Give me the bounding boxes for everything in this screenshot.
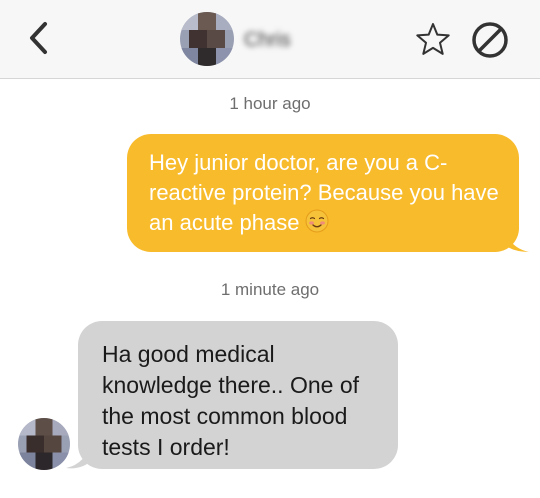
message-timestamp: 1 minute ago bbox=[220, 280, 320, 299]
chat-header: Chris bbox=[0, 0, 540, 79]
block-button[interactable] bbox=[470, 20, 510, 60]
incoming-message-bubble[interactable]: Ha good medical knowledge there.. One of… bbox=[78, 321, 398, 469]
block-icon bbox=[472, 22, 508, 58]
contact-avatar[interactable] bbox=[180, 12, 234, 66]
message-timestamp: 1 hour ago bbox=[229, 94, 311, 113]
back-button[interactable] bbox=[18, 18, 58, 58]
favorite-button[interactable] bbox=[416, 22, 450, 56]
outgoing-bubble-tail bbox=[503, 226, 529, 252]
outgoing-message-bubble[interactable]: Hey junior doctor, are you a C-reactive … bbox=[127, 134, 519, 252]
smiling-blush-emoji-icon bbox=[305, 209, 329, 233]
star-outline-icon bbox=[416, 23, 450, 55]
message-text: Ha good medical knowledge there.. One of… bbox=[102, 341, 359, 460]
contact-name[interactable]: Chris bbox=[244, 28, 328, 52]
contact-avatar[interactable] bbox=[18, 418, 70, 470]
chevron-left-icon bbox=[30, 22, 47, 54]
